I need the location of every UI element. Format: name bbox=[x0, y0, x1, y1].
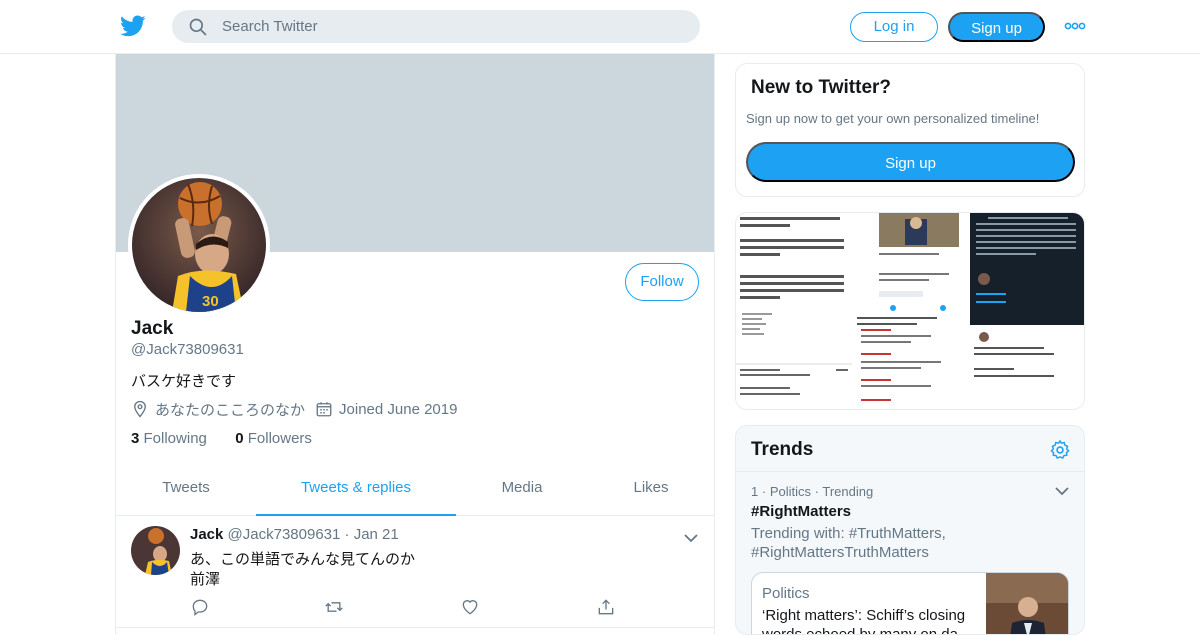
chevron-down-icon[interactable] bbox=[683, 530, 699, 546]
gear-icon[interactable] bbox=[1049, 439, 1071, 461]
tab-likes[interactable]: Likes bbox=[588, 464, 714, 516]
reply-icon[interactable] bbox=[190, 597, 210, 617]
profile-location: あなたのこころのなか bbox=[155, 401, 306, 419]
profile-bio: バスケ好きです bbox=[131, 373, 237, 390]
player-photo-small-icon bbox=[131, 526, 180, 575]
tweet-header: Jack @Jack73809631 · Jan 21 bbox=[190, 526, 399, 543]
screenshot-thumbnail-icon bbox=[853, 213, 969, 313]
search-bar[interactable] bbox=[172, 10, 700, 43]
profile-counts: 3 Following 0 Followers bbox=[131, 430, 312, 447]
trend-trending-with: Trending with: #TruthMatters, #RightMatt… bbox=[751, 525, 946, 561]
news-category: Politics bbox=[762, 585, 810, 602]
search-input[interactable] bbox=[222, 10, 682, 43]
trends-divider bbox=[736, 471, 1084, 472]
tweet-date[interactable]: Jan 21 bbox=[354, 526, 399, 543]
login-button[interactable]: Log in bbox=[850, 12, 938, 42]
tweet-author-handle[interactable]: @Jack73809631 bbox=[228, 526, 341, 543]
profile-tabs: Tweets Tweets & replies Media Likes bbox=[116, 464, 714, 516]
news-title: ‘Right matters’: Schiff’s closing words … bbox=[762, 607, 966, 635]
tab-tweets-replies[interactable]: Tweets & replies bbox=[256, 464, 456, 516]
follow-button[interactable]: Follow bbox=[625, 263, 699, 301]
top-bar: Log in Sign up bbox=[0, 0, 1200, 54]
tweet-author-name[interactable]: Jack bbox=[190, 526, 223, 543]
profile-column: 30 Follow Jack @Jack73809631 バスケ好きです あなた… bbox=[115, 54, 715, 634]
media-thumb-1[interactable] bbox=[736, 213, 852, 363]
media-thumb-3[interactable] bbox=[853, 213, 969, 313]
media-thumb-2[interactable] bbox=[736, 363, 852, 409]
screenshot-thumbnail-icon bbox=[736, 213, 852, 363]
share-icon[interactable] bbox=[596, 597, 616, 617]
screenshot-thumbnail-icon bbox=[853, 313, 969, 409]
trend-hashtag[interactable]: #RightMatters bbox=[751, 503, 851, 520]
trends-title: Trends bbox=[751, 439, 814, 460]
svg-text:30: 30 bbox=[202, 293, 219, 310]
signup-card-subtitle: Sign up now to get your own personalized… bbox=[746, 111, 1040, 126]
signup-card: New to Twitter? Sign up now to get your … bbox=[735, 63, 1085, 197]
chevron-down-icon[interactable] bbox=[1054, 483, 1070, 499]
player-photo-icon: 30 bbox=[132, 178, 266, 312]
more-dots-icon[interactable] bbox=[1064, 18, 1086, 34]
media-thumb-6[interactable] bbox=[970, 313, 1084, 409]
retweet-icon[interactable] bbox=[324, 597, 344, 617]
tweet-text-line2: 前澤 bbox=[190, 571, 221, 588]
twitter-bird-icon[interactable] bbox=[119, 13, 147, 39]
screenshot-thumbnail-icon bbox=[970, 213, 1084, 313]
media-thumb-4[interactable] bbox=[853, 313, 969, 409]
screenshot-thumbnail-icon bbox=[736, 363, 852, 409]
signup-card-button[interactable]: Sign up bbox=[746, 142, 1075, 182]
followers-link[interactable]: 0 Followers bbox=[235, 430, 312, 447]
tab-media[interactable]: Media bbox=[456, 464, 588, 516]
signup-card-title: New to Twitter? bbox=[751, 77, 892, 98]
location-icon bbox=[134, 400, 146, 418]
media-grid bbox=[735, 212, 1085, 410]
profile-avatar[interactable]: 30 bbox=[128, 174, 270, 316]
tweet-text-line1: あ、この単語でみんな見てんのか bbox=[190, 551, 416, 568]
tab-tweets[interactable]: Tweets bbox=[116, 464, 256, 516]
tweet-item[interactable]: Jack @Jack73809631 · Jan 21 あ、この単語でみんな見て… bbox=[116, 516, 714, 628]
trend-news-card[interactable]: Politics ‘Right matters’: Schiff’s closi… bbox=[751, 572, 1069, 635]
trend-meta: 1 · Politics · Trending bbox=[751, 484, 874, 499]
tweet-separator: · bbox=[344, 526, 350, 543]
trends-panel: Trends 1 · Politics · Trending #RightMat… bbox=[735, 425, 1085, 635]
profile-meta: あなたのこころのなか Joined June 2019 bbox=[131, 398, 457, 420]
profile-joined: Joined June 2019 bbox=[339, 400, 458, 418]
screenshot-thumbnail-icon bbox=[970, 313, 1084, 409]
following-link[interactable]: 3 Following bbox=[131, 430, 207, 447]
like-heart-icon[interactable] bbox=[460, 597, 480, 617]
profile-handle: @Jack73809631 bbox=[131, 341, 244, 358]
signup-button-top[interactable]: Sign up bbox=[948, 12, 1045, 42]
news-photo-icon bbox=[986, 573, 1068, 634]
profile-name: Jack bbox=[131, 318, 174, 339]
calendar-icon bbox=[316, 402, 332, 417]
tweet-avatar[interactable] bbox=[131, 526, 180, 575]
search-icon bbox=[189, 18, 207, 36]
media-thumb-5[interactable] bbox=[970, 213, 1084, 313]
